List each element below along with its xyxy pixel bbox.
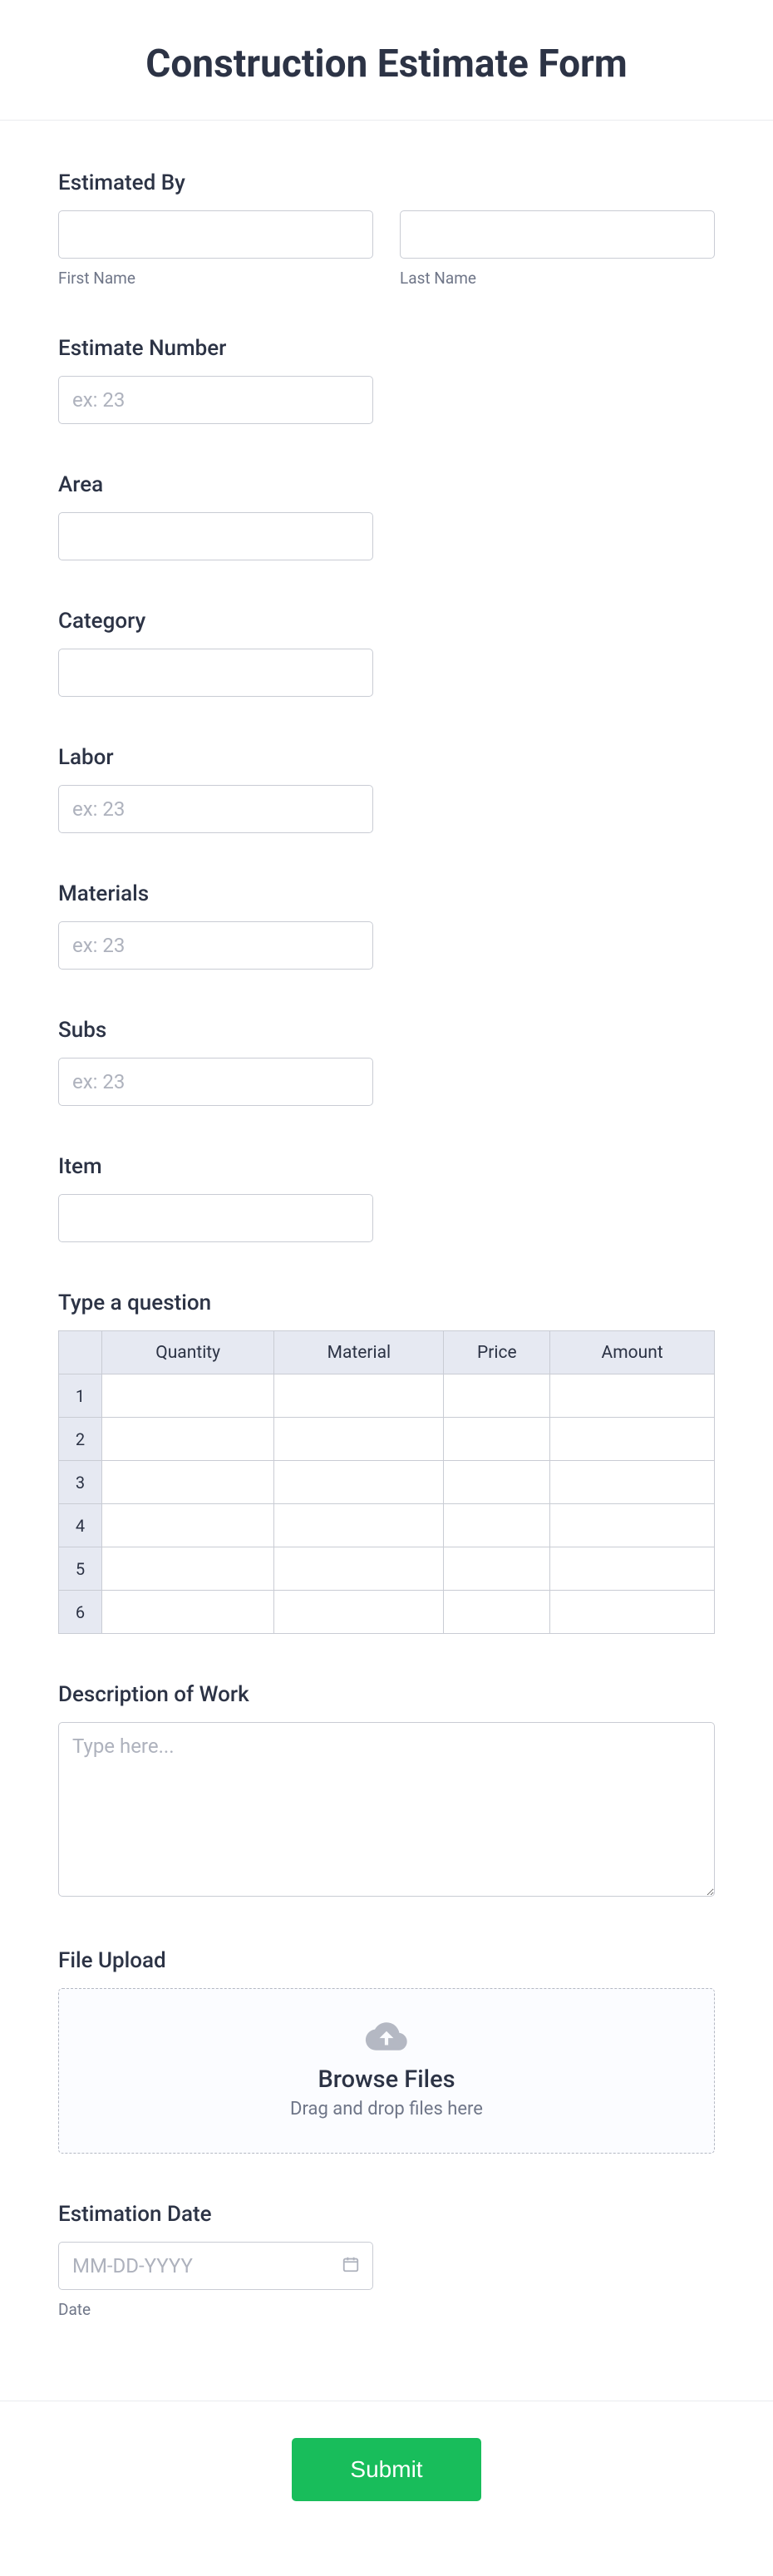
cell[interactable] (102, 1418, 274, 1461)
item-label: Item (58, 1154, 715, 1179)
cell[interactable] (102, 1547, 274, 1591)
cell[interactable] (274, 1374, 444, 1418)
table-row: 2 (59, 1418, 715, 1461)
cell[interactable] (102, 1461, 274, 1504)
table-row: 6 (59, 1591, 715, 1634)
submit-button[interactable]: Submit (292, 2438, 480, 2501)
subs-label: Subs (58, 1018, 715, 1043)
cell[interactable] (550, 1461, 715, 1504)
cell[interactable] (274, 1591, 444, 1634)
table-header-price: Price (444, 1331, 550, 1374)
row-index: 1 (59, 1374, 102, 1418)
last-name-input[interactable] (400, 210, 715, 259)
cell[interactable] (102, 1504, 274, 1547)
item-input[interactable] (58, 1194, 373, 1242)
upload-label: File Upload (58, 1948, 715, 1973)
row-index: 5 (59, 1547, 102, 1591)
upload-browse-text: Browse Files (76, 2065, 697, 2094)
cell[interactable] (550, 1418, 715, 1461)
row-index: 3 (59, 1461, 102, 1504)
cell[interactable] (444, 1374, 550, 1418)
cell[interactable] (274, 1461, 444, 1504)
cell[interactable] (550, 1591, 715, 1634)
cell[interactable] (550, 1547, 715, 1591)
area-input[interactable] (58, 512, 373, 560)
cell[interactable] (102, 1591, 274, 1634)
page-title: Construction Estimate Form (17, 42, 756, 86)
cloud-upload-icon (76, 2019, 697, 2065)
cell[interactable] (550, 1504, 715, 1547)
items-table: Quantity Material Price Amount 1 2 3 4 5… (58, 1330, 715, 1634)
cell[interactable] (550, 1374, 715, 1418)
cell[interactable] (444, 1591, 550, 1634)
table-row: 5 (59, 1547, 715, 1591)
first-name-sublabel: First Name (58, 269, 373, 288)
labor-input[interactable] (58, 785, 373, 833)
cell[interactable] (444, 1504, 550, 1547)
first-name-input[interactable] (58, 210, 373, 259)
table-header-material: Material (274, 1331, 444, 1374)
last-name-sublabel: Last Name (400, 269, 715, 288)
subs-input[interactable] (58, 1058, 373, 1106)
file-upload-zone[interactable]: Browse Files Drag and drop files here (58, 1988, 715, 2154)
cell[interactable] (444, 1418, 550, 1461)
table-row: 1 (59, 1374, 715, 1418)
cell[interactable] (444, 1461, 550, 1504)
cell[interactable] (274, 1418, 444, 1461)
cell[interactable] (274, 1547, 444, 1591)
materials-label: Materials (58, 881, 715, 906)
estimate-number-input[interactable] (58, 376, 373, 424)
table-row: 3 (59, 1461, 715, 1504)
row-index: 2 (59, 1418, 102, 1461)
description-label: Description of Work (58, 1682, 715, 1707)
date-input[interactable] (58, 2242, 373, 2290)
table-row: 4 (59, 1504, 715, 1547)
row-index: 6 (59, 1591, 102, 1634)
upload-hint: Drag and drop files here (76, 2099, 697, 2120)
cell[interactable] (274, 1504, 444, 1547)
description-textarea[interactable] (58, 1722, 715, 1897)
category-label: Category (58, 609, 715, 634)
labor-label: Labor (58, 745, 715, 770)
cell[interactable] (102, 1374, 274, 1418)
table-label: Type a question (58, 1290, 715, 1315)
table-header-amount: Amount (550, 1331, 715, 1374)
category-input[interactable] (58, 649, 373, 697)
materials-input[interactable] (58, 921, 373, 970)
table-header-quantity: Quantity (102, 1331, 274, 1374)
cell[interactable] (444, 1547, 550, 1591)
estimate-number-label: Estimate Number (58, 336, 715, 361)
calendar-icon[interactable] (342, 2255, 360, 2277)
estimated-by-label: Estimated By (58, 170, 715, 195)
area-label: Area (58, 472, 715, 497)
table-corner (59, 1331, 102, 1374)
row-index: 4 (59, 1504, 102, 1547)
date-label: Estimation Date (58, 2202, 715, 2227)
date-sublabel: Date (58, 2300, 715, 2319)
